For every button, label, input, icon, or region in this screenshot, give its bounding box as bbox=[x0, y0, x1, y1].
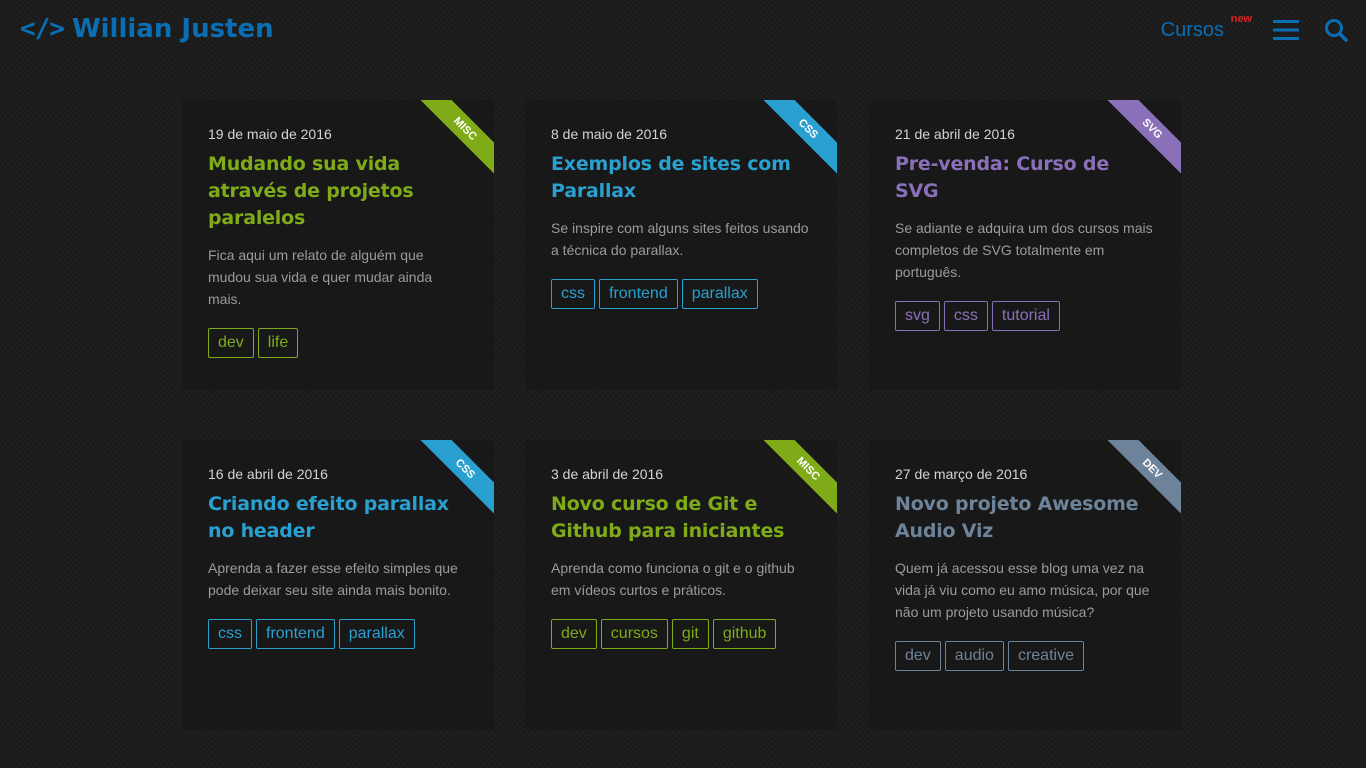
post-description: Aprenda a fazer esse efeito simples que … bbox=[208, 560, 458, 598]
tag-link[interactable]: tutorial bbox=[991, 301, 1060, 331]
tag-link[interactable]: dev bbox=[895, 641, 941, 671]
post-card: SVG 21 de abril de 2016 Pre-venda: Curso… bbox=[869, 100, 1181, 390]
tag-link[interactable]: parallax bbox=[338, 619, 415, 649]
tag-link[interactable]: frontend bbox=[599, 279, 678, 309]
tag-link[interactable]: life bbox=[257, 328, 299, 358]
tag-link[interactable]: parallax bbox=[681, 279, 758, 309]
tag-link[interactable]: svg bbox=[895, 301, 940, 331]
category-ribbon-label: CSS bbox=[761, 100, 837, 176]
tag-link[interactable]: css bbox=[943, 301, 988, 331]
post-description: Se adiante e adquira um dos cursos mais … bbox=[895, 220, 1153, 280]
hamburger-icon bbox=[1273, 20, 1299, 40]
nav-link-cursos-label: Cursos bbox=[1160, 18, 1224, 41]
post-tags: svg css tutorial bbox=[895, 301, 1155, 331]
tag-link[interactable]: dev bbox=[551, 619, 597, 649]
tag-link[interactable]: creative bbox=[1007, 641, 1084, 671]
search-icon bbox=[1325, 19, 1348, 42]
post-card: CSS 16 de abril de 2016 Criando efeito p… bbox=[182, 440, 494, 730]
post-tags: css frontend parallax bbox=[551, 279, 811, 309]
category-ribbon[interactable]: MISC bbox=[761, 440, 837, 516]
tag-link[interactable]: git bbox=[671, 619, 709, 649]
code-brackets-icon: </> bbox=[20, 14, 65, 44]
menu-button[interactable] bbox=[1272, 16, 1300, 44]
post-description: Quem já acessou esse blog uma vez na vid… bbox=[895, 560, 1150, 620]
category-ribbon-label: CSS bbox=[418, 440, 494, 516]
category-ribbon[interactable]: DEV bbox=[1105, 440, 1181, 516]
site-logo[interactable]: </> Willian Justen bbox=[20, 14, 274, 44]
post-tags: css frontend parallax bbox=[208, 619, 468, 649]
main-nav: Cursos new bbox=[1160, 13, 1350, 46]
category-ribbon[interactable]: CSS bbox=[761, 100, 837, 176]
post-card: CSS 8 de maio de 2016 Exemplos de sites … bbox=[525, 100, 837, 390]
category-ribbon-label: DEV bbox=[1105, 440, 1181, 516]
category-ribbon[interactable]: CSS bbox=[418, 440, 494, 516]
tag-link[interactable]: css bbox=[551, 279, 595, 309]
category-ribbon-label: SVG bbox=[1105, 100, 1181, 176]
tag-link[interactable]: audio bbox=[944, 641, 1004, 671]
post-card: DEV 27 de março de 2016 Novo projeto Awe… bbox=[869, 440, 1181, 730]
post-tags: dev life bbox=[208, 328, 468, 358]
site-header: </> Willian Justen Cursos new bbox=[0, 0, 1366, 62]
search-button[interactable] bbox=[1322, 16, 1350, 44]
tag-link[interactable]: css bbox=[208, 619, 252, 649]
post-card: MISC 3 de abril de 2016 Novo curso de Gi… bbox=[525, 440, 837, 730]
category-ribbon[interactable]: MISC bbox=[418, 100, 494, 176]
nav-link-cursos[interactable]: Cursos new bbox=[1160, 13, 1252, 42]
post-description: Fica aqui um relato de alguém que mudou … bbox=[208, 247, 433, 307]
post-tags: dev audio creative bbox=[895, 641, 1155, 671]
new-badge: new bbox=[1230, 12, 1252, 25]
post-tags: dev cursos git github bbox=[551, 619, 811, 649]
tag-link[interactable]: dev bbox=[208, 328, 254, 358]
category-ribbon[interactable]: SVG bbox=[1105, 100, 1181, 176]
category-ribbon-label: MISC bbox=[761, 440, 837, 516]
tag-link[interactable]: github bbox=[712, 619, 777, 649]
tag-link[interactable]: frontend bbox=[256, 619, 335, 649]
post-description: Aprenda como funciona o git e o github e… bbox=[551, 560, 795, 598]
post-card: MISC 19 de maio de 2016 Mudando sua vida… bbox=[182, 100, 494, 390]
category-ribbon-label: MISC bbox=[418, 100, 494, 176]
site-name: Willian Justen bbox=[71, 14, 274, 44]
post-description: Se inspire com alguns sites feitos usand… bbox=[551, 220, 809, 258]
tag-link[interactable]: cursos bbox=[600, 619, 668, 649]
